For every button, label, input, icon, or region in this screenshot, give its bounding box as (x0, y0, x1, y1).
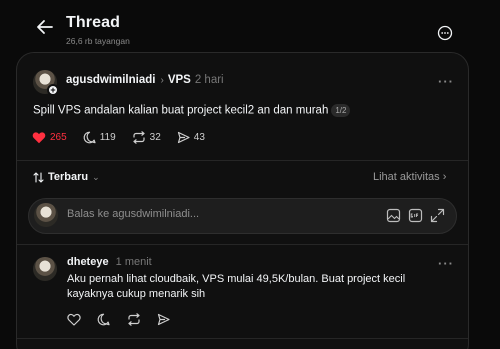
post-header: agusdwimilniadi › VPS 2 hari (66, 74, 224, 86)
comment-header: dheteye 1 menit (67, 256, 152, 268)
divider (17, 244, 468, 245)
post-more-icon[interactable]: ··· (438, 74, 454, 89)
page-badge: 1/2 (331, 104, 351, 117)
comment-text: Aku pernah lihat cloudbaik, VPS mulai 49… (67, 273, 406, 300)
share-icon[interactable] (157, 313, 171, 327)
divider (17, 338, 468, 339)
share-icon (177, 131, 190, 143)
like-button[interactable]: 265 (32, 131, 67, 144)
share-button[interactable]: 43 (177, 131, 205, 144)
view-count: 26,6 rb tayangan (66, 36, 130, 46)
comment-time: 1 menit (115, 256, 152, 268)
follow-plus-icon[interactable]: + (47, 84, 59, 96)
activity-label: Lihat aktivitas (373, 171, 440, 183)
image-icon[interactable] (386, 208, 401, 223)
post-body: Spill VPS andalan kalian buat project ke… (33, 104, 329, 117)
repost-icon (133, 130, 145, 144)
comment-username[interactable]: dheteye (67, 256, 109, 268)
repost-icon[interactable] (127, 313, 141, 327)
back-arrow-icon[interactable] (34, 16, 56, 38)
comment-actions (67, 313, 171, 327)
post-text: Spill VPS andalan kalian buat project ke… (33, 104, 351, 117)
expand-icon[interactable] (430, 208, 445, 223)
reply-input[interactable]: Balas ke agusdwimilniadi... (67, 208, 199, 220)
comment-icon (83, 131, 96, 143)
view-activity-link[interactable]: Lihat aktivitas › (373, 171, 446, 183)
comment-icon[interactable] (97, 313, 111, 327)
avatar (34, 203, 58, 227)
heart-icon (32, 131, 46, 143)
repost-count: 32 (149, 131, 161, 143)
heart-icon[interactable] (67, 313, 81, 327)
post-actions: 265 119 32 43 (32, 130, 221, 144)
gif-icon[interactable] (408, 208, 423, 223)
chevron-right-icon: › (160, 75, 164, 86)
sort-icon (33, 171, 44, 183)
sort-label: Terbaru (48, 171, 89, 183)
post-username[interactable]: agusdwimilniadi (66, 74, 155, 86)
post-topic[interactable]: VPS (168, 74, 191, 86)
page-title: Thread (66, 14, 120, 31)
top-bar: Thread 26,6 rb tayangan (0, 0, 500, 52)
repost-button[interactable]: 32 (132, 130, 161, 144)
chevron-down-icon: ⌄ (92, 171, 100, 182)
avatar[interactable] (33, 257, 57, 281)
more-circle-icon[interactable] (437, 25, 453, 41)
divider (17, 160, 468, 161)
comment-count: 119 (99, 131, 116, 143)
post-time: 2 hari (194, 74, 224, 86)
share-count: 43 (193, 131, 205, 143)
like-count: 265 (50, 131, 67, 143)
comment-more-icon[interactable]: ··· (438, 256, 454, 271)
chevron-right-icon: › (442, 171, 447, 183)
sort-dropdown[interactable]: Terbaru ⌄ (33, 171, 100, 183)
comment-button[interactable]: 119 (83, 131, 116, 144)
